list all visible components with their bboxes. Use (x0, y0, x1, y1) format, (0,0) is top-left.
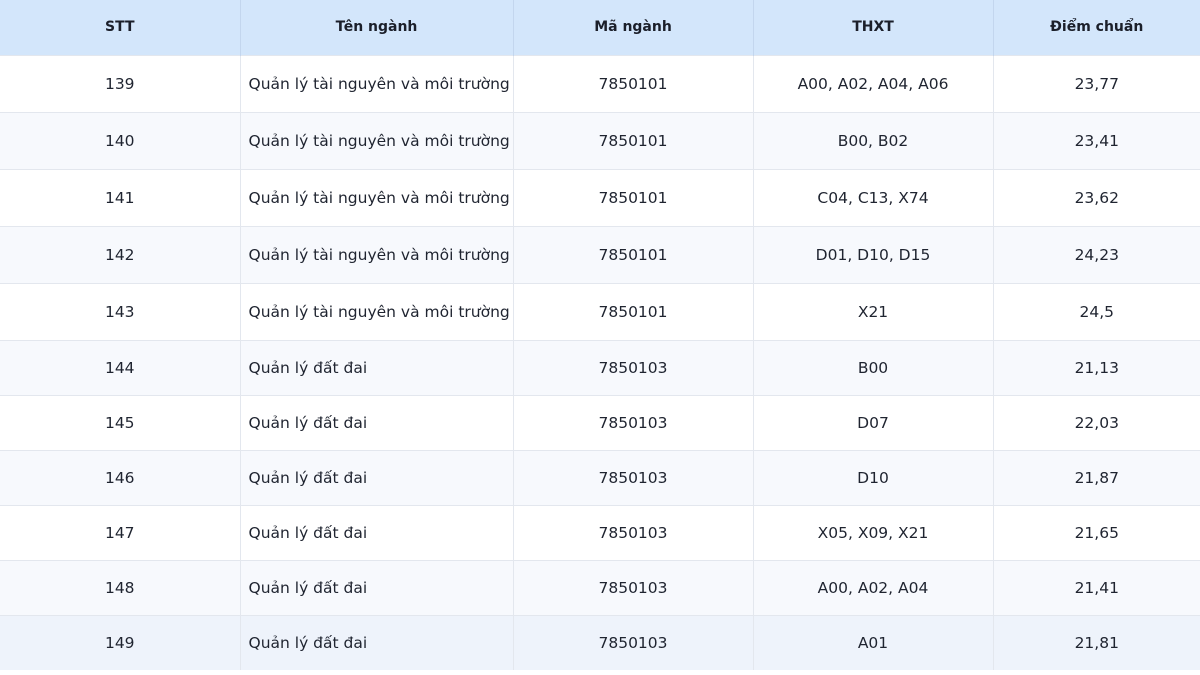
table-row: 142 Quản lý tài nguyên và môi trường 785… (0, 226, 1200, 283)
cell-major-name: Quản lý đất đai (240, 395, 514, 450)
cell-stt: 143 (0, 283, 241, 340)
cell-major-code: 7850101 (513, 55, 754, 112)
cell-major-name: Quản lý đất đai (240, 450, 514, 505)
cell-major-name: Quản lý đất đai (240, 505, 514, 560)
cell-major-name: Quản lý đất đai (240, 560, 514, 615)
table-header: STT Tên ngành Mã ngành THXT Điểm chuẩn (0, 0, 1200, 55)
cell-stt: 141 (0, 169, 241, 226)
cell-benchmark-score: 21,87 (1074, 468, 1119, 487)
table-row: 140 Quản lý tài nguyên và môi trường 785… (0, 112, 1200, 169)
cell-benchmark-score: 21,13 (1074, 358, 1119, 377)
cell-benchmark-score: 21,81 (1074, 633, 1119, 652)
cell-stt: 142 (0, 226, 241, 283)
header-major-name[interactable]: Tên ngành (240, 0, 514, 55)
cell-benchmark-score: 22,03 (1074, 413, 1119, 432)
cell-subject-combination: C04, C13, X74 (753, 169, 994, 226)
header-benchmark-score[interactable]: Điểm chuẩn (993, 0, 1200, 55)
table-row: 145 Quản lý đất đai 7850103 D07 22,03 (0, 395, 1200, 450)
cell-stt: 140 (0, 112, 241, 169)
table-row: 143 Quản lý tài nguyên và môi trường 785… (0, 283, 1200, 340)
cell-major-name: Quản lý tài nguyên và môi trường (240, 283, 514, 340)
cell-stt: 145 (0, 395, 241, 450)
cell-subject-combination: D10 (753, 450, 994, 505)
table-row: 149 Quản lý đất đai 7850103 A01 21,81 (0, 615, 1200, 670)
header-major-code[interactable]: Mã ngành (513, 0, 754, 55)
cell-subject-combination: D07 (753, 395, 994, 450)
cell-benchmark-score: 23,41 (1074, 131, 1119, 150)
cell-stt: 149 (0, 615, 241, 670)
cell-major-code: 7850101 (513, 226, 754, 283)
cell-major-code: 7850101 (513, 169, 754, 226)
cell-subject-combination: B00 (753, 340, 994, 395)
cell-major-code: 7850103 (513, 615, 754, 670)
cell-stt: 148 (0, 560, 241, 615)
cell-major-name: Quản lý đất đai (240, 615, 514, 670)
table-row: 148 Quản lý đất đai 7850103 A00, A02, A0… (0, 560, 1200, 615)
cell-major-name: Quản lý đất đai (240, 340, 514, 395)
cell-subject-combination: A01 (753, 615, 994, 670)
table-row: 141 Quản lý tài nguyên và môi trường 785… (0, 169, 1200, 226)
cell-major-code: 7850101 (513, 283, 754, 340)
cell-benchmark-score: 21,65 (1074, 523, 1119, 542)
cell-stt: 139 (0, 55, 241, 112)
cell-major-code: 7850103 (513, 505, 754, 560)
cell-major-code: 7850103 (513, 450, 754, 505)
table-row: 147 Quản lý đất đai 7850103 X05, X09, X2… (0, 505, 1200, 560)
cell-major-name: Quản lý tài nguyên và môi trường (240, 55, 514, 112)
cell-major-name: Quản lý tài nguyên và môi trường (240, 112, 514, 169)
cell-benchmark-score: 23,62 (1074, 188, 1119, 207)
header-stt[interactable]: STT (0, 0, 241, 55)
table-row: 144 Quản lý đất đai 7850103 B00 21,13 (0, 340, 1200, 395)
cell-subject-combination: B00, B02 (753, 112, 994, 169)
cell-benchmark-score: 24,5 (1079, 302, 1114, 321)
cell-subject-combination: D01, D10, D15 (753, 226, 994, 283)
header-row: STT Tên ngành Mã ngành THXT Điểm chuẩn (0, 0, 1200, 55)
cell-major-code: 7850103 (513, 395, 754, 450)
cell-subject-combination: A00, A02, A04 (753, 560, 994, 615)
table-body: 139 Quản lý tài nguyên và môi trường 785… (0, 55, 1200, 670)
cell-major-name: Quản lý tài nguyên và môi trường (240, 226, 514, 283)
cell-subject-combination: X21 (753, 283, 994, 340)
header-subject-combination[interactable]: THXT (753, 0, 994, 55)
cell-stt: 144 (0, 340, 241, 395)
table-row: 139 Quản lý tài nguyên và môi trường 785… (0, 55, 1200, 112)
cell-subject-combination: X05, X09, X21 (753, 505, 994, 560)
cell-major-code: 7850103 (513, 340, 754, 395)
cell-benchmark-score: 23,77 (1074, 74, 1119, 93)
cell-major-name: Quản lý tài nguyên và môi trường (240, 169, 514, 226)
cell-benchmark-score: 21,41 (1074, 578, 1119, 597)
cell-stt: 146 (0, 450, 241, 505)
admission-scores-table: STT Tên ngành Mã ngành THXT Điểm chuẩn 1… (0, 0, 1200, 670)
cell-major-code: 7850103 (513, 560, 754, 615)
cell-benchmark-score: 24,23 (1074, 245, 1119, 264)
cell-stt: 147 (0, 505, 241, 560)
cell-subject-combination: A00, A02, A04, A06 (753, 55, 994, 112)
table-row: 146 Quản lý đất đai 7850103 D10 21,87 (0, 450, 1200, 505)
cell-major-code: 7850101 (513, 112, 754, 169)
